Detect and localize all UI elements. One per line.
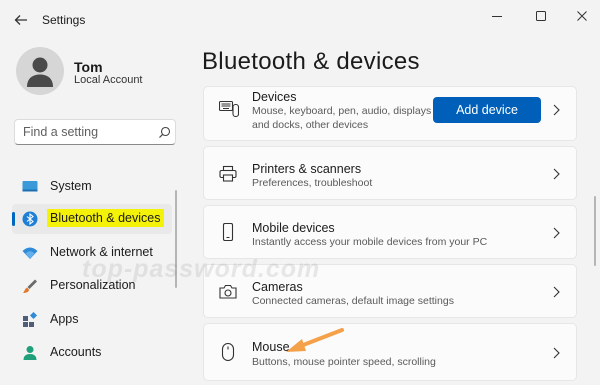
card-subtitle: Instantly access your mobile devices fro… [252, 236, 488, 248]
sidebar-item-bluetooth[interactable]: Bluetooth & devices [12, 204, 172, 234]
printer-icon [219, 165, 237, 182]
main-scrollbar[interactable] [594, 196, 596, 266]
printers-card[interactable]: Printers & scanners Preferences, trouble… [203, 146, 577, 200]
chevron-right-icon [553, 104, 560, 116]
search-placeholder: Find a setting [23, 125, 99, 139]
chevron-right-icon [553, 227, 560, 239]
brush-icon [23, 279, 37, 293]
sidebar-item-label: Apps [50, 312, 79, 326]
close-icon[interactable] [572, 6, 592, 26]
avatar[interactable] [16, 47, 64, 95]
chevron-right-icon [553, 168, 560, 180]
search-input[interactable]: Find a setting [14, 119, 176, 145]
sidebar-item-label: System [50, 179, 92, 193]
card-title: Mobile devices [252, 221, 335, 235]
camera-icon [219, 284, 237, 299]
app-title: Settings [42, 13, 86, 27]
user-name: Tom [74, 59, 103, 75]
phone-icon [222, 223, 234, 241]
mouse-card[interactable]: Mouse Buttons, mouse pointer speed, scro… [203, 323, 577, 381]
minimize-icon[interactable] [487, 6, 507, 26]
back-arrow-icon[interactable] [12, 11, 30, 29]
system-icon [22, 181, 38, 192]
card-subtitle: Mouse, keyboard, pen, audio, displays an… [252, 105, 432, 131]
devices-card[interactable]: Devices Mouse, keyboard, pen, audio, dis… [203, 86, 577, 141]
add-device-button[interactable]: Add device [433, 97, 541, 123]
apps-icon [23, 312, 38, 327]
card-subtitle: Preferences, troubleshoot [252, 177, 373, 189]
mobile-devices-card[interactable]: Mobile devices Instantly access your mob… [203, 205, 577, 259]
sidebar-item-apps[interactable]: Apps [12, 305, 172, 335]
card-title: Printers & scanners [252, 162, 362, 176]
mouse-icon [221, 343, 235, 361]
sidebar-item-label: Accounts [50, 345, 102, 359]
sidebar-item-system[interactable]: System [12, 172, 172, 202]
user-icon [27, 57, 53, 87]
devices-icon [219, 100, 239, 118]
sidebar-item-accounts[interactable]: Accounts [12, 338, 172, 368]
accounts-icon [23, 346, 37, 360]
chevron-right-icon [553, 286, 560, 298]
annotation-arrow-icon [286, 328, 344, 352]
watermark: top-password.com [82, 255, 321, 283]
card-subtitle: Connected cameras, default image setting… [252, 295, 454, 307]
card-subtitle: Buttons, mouse pointer speed, scrolling [252, 356, 436, 368]
account-type: Local Account [74, 74, 143, 86]
wifi-icon [22, 247, 38, 259]
active-indicator [12, 212, 15, 226]
sidebar-item-label: Bluetooth & devices [47, 209, 164, 227]
page-title: Bluetooth & devices [202, 48, 420, 75]
maximize-icon[interactable] [531, 6, 551, 26]
chevron-right-icon [553, 347, 560, 359]
search-icon [159, 126, 171, 138]
card-title: Devices [252, 90, 297, 104]
bluetooth-icon [22, 211, 38, 227]
title-bar: Settings [0, 0, 600, 40]
